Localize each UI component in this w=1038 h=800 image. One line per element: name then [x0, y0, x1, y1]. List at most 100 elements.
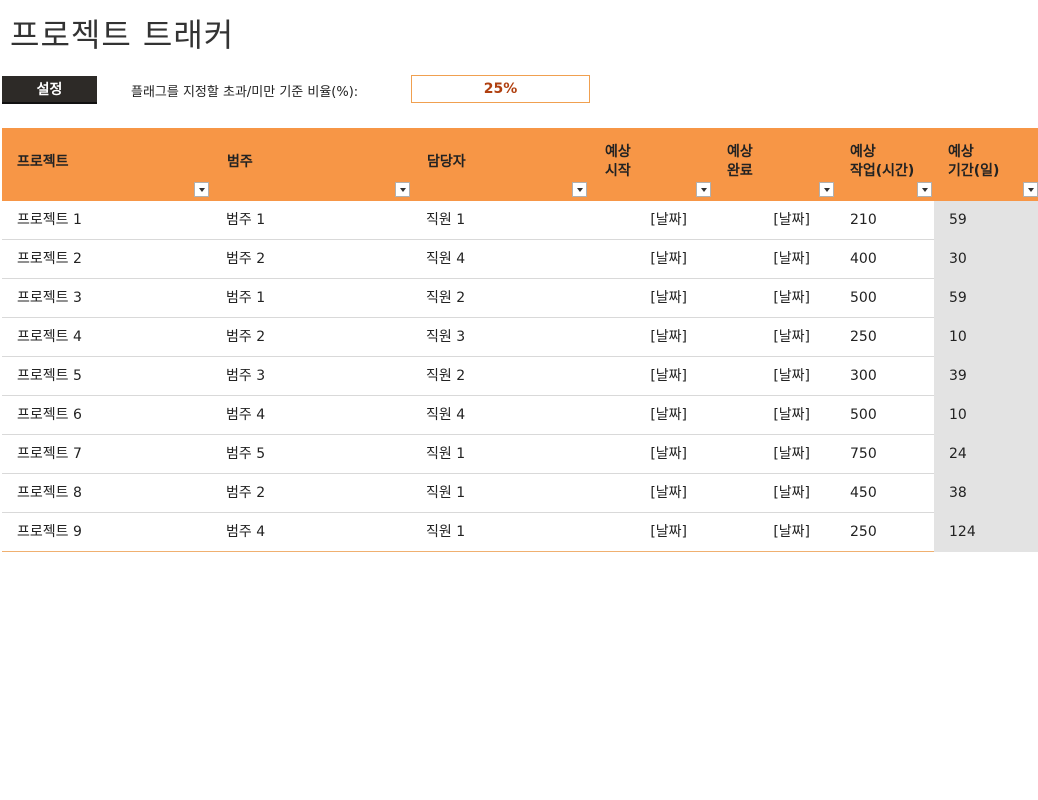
cell-project[interactable]: 프로젝트 9 [17, 513, 207, 552]
cell-duration[interactable]: 39 [934, 357, 1038, 396]
cell-owner[interactable]: 직원 2 [426, 279, 586, 318]
table-row: 프로젝트 5 범주 3 직원 2 [날짜] [날짜] 300 39 [2, 357, 1038, 396]
cell-category[interactable]: 범주 5 [226, 435, 406, 474]
header-category-label: 범주 [227, 154, 253, 170]
table-row: 프로젝트 1 범주 1 직원 1 [날짜] [날짜] 210 59 [2, 201, 1038, 240]
header-project-label: 프로젝트 [17, 154, 69, 170]
cell-work[interactable]: 250 [850, 513, 934, 552]
cell-end[interactable]: [날짜] [715, 240, 810, 279]
cell-work[interactable]: 250 [850, 318, 934, 357]
cell-project[interactable]: 프로젝트 8 [17, 474, 207, 513]
cell-end[interactable]: [날짜] [715, 396, 810, 435]
cell-duration[interactable]: 38 [934, 474, 1038, 513]
table-row: 프로젝트 8 범주 2 직원 1 [날짜] [날짜] 450 38 [2, 474, 1038, 513]
cell-project[interactable]: 프로젝트 5 [17, 357, 207, 396]
header-owner: 담당자 [414, 128, 594, 201]
cell-start[interactable]: [날짜] [594, 357, 687, 396]
cell-project[interactable]: 프로젝트 4 [17, 318, 207, 357]
filter-dropdown-work[interactable] [917, 182, 932, 197]
cell-owner[interactable]: 직원 1 [426, 201, 586, 240]
cell-end[interactable]: [날짜] [715, 357, 810, 396]
cell-category[interactable]: 범주 2 [226, 474, 406, 513]
table-row: 프로젝트 3 범주 1 직원 2 [날짜] [날짜] 500 59 [2, 279, 1038, 318]
cell-work[interactable]: 210 [850, 201, 934, 240]
cell-owner[interactable]: 직원 1 [426, 474, 586, 513]
table-row: 프로젝트 4 범주 2 직원 3 [날짜] [날짜] 250 10 [2, 318, 1038, 357]
header-duration-label: 예상 기간(일) [948, 144, 1000, 179]
header-owner-label: 담당자 [427, 154, 466, 170]
cell-work[interactable]: 400 [850, 240, 934, 279]
cell-work[interactable]: 450 [850, 474, 934, 513]
cell-project[interactable]: 프로젝트 3 [17, 279, 207, 318]
page-title: 프로젝트 트래커 [10, 16, 235, 54]
cell-owner[interactable]: 직원 4 [426, 396, 586, 435]
cell-start[interactable]: [날짜] [594, 396, 687, 435]
header-project: 프로젝트 [2, 128, 214, 201]
cell-project[interactable]: 프로젝트 7 [17, 435, 207, 474]
cell-start[interactable]: [날짜] [594, 279, 687, 318]
table-row: 프로젝트 2 범주 2 직원 4 [날짜] [날짜] 400 30 [2, 240, 1038, 279]
settings-button[interactable]: 설정 [2, 76, 97, 104]
cell-end[interactable]: [날짜] [715, 201, 810, 240]
table-row: 프로젝트 6 범주 4 직원 4 [날짜] [날짜] 500 10 [2, 396, 1038, 435]
header-start: 예상 시작 [594, 128, 715, 201]
header-work-label: 예상 작업(시간) [850, 144, 915, 179]
cell-end[interactable]: [날짜] [715, 279, 810, 318]
cell-start[interactable]: [날짜] [594, 201, 687, 240]
filter-dropdown-category[interactable] [395, 182, 410, 197]
cell-category[interactable]: 범주 1 [226, 279, 406, 318]
cell-start[interactable]: [날짜] [594, 474, 687, 513]
cell-duration[interactable]: 24 [934, 435, 1038, 474]
header-end: 예상 완료 [715, 128, 838, 201]
cell-owner[interactable]: 직원 1 [426, 513, 586, 552]
cell-end[interactable]: [날짜] [715, 435, 810, 474]
cell-start[interactable]: [날짜] [594, 435, 687, 474]
flag-threshold-label: 플래그를 지정할 초과/미만 기준 비율(%): [131, 85, 359, 100]
cell-duration[interactable]: 10 [934, 396, 1038, 435]
cell-owner[interactable]: 직원 1 [426, 435, 586, 474]
cell-project[interactable]: 프로젝트 6 [17, 396, 207, 435]
table-row: 프로젝트 9 범주 4 직원 1 [날짜] [날짜] 250 124 [2, 513, 1038, 552]
filter-dropdown-end[interactable] [819, 182, 834, 197]
cell-category[interactable]: 범주 4 [226, 396, 406, 435]
cell-category[interactable]: 범주 3 [226, 357, 406, 396]
filter-dropdown-project[interactable] [194, 182, 209, 197]
header-start-label: 예상 시작 [605, 144, 631, 179]
flag-threshold-input[interactable] [411, 75, 590, 103]
filter-dropdown-start[interactable] [696, 182, 711, 197]
header-category: 범주 [214, 128, 414, 201]
cell-end[interactable]: [날짜] [715, 513, 810, 552]
cell-project[interactable]: 프로젝트 2 [17, 240, 207, 279]
cell-work[interactable]: 750 [850, 435, 934, 474]
cell-work[interactable]: 300 [850, 357, 934, 396]
cell-work[interactable]: 500 [850, 396, 934, 435]
cell-owner[interactable]: 직원 3 [426, 318, 586, 357]
filter-dropdown-owner[interactable] [572, 182, 587, 197]
cell-end[interactable]: [날짜] [715, 318, 810, 357]
cell-duration[interactable]: 30 [934, 240, 1038, 279]
cell-category[interactable]: 범주 2 [226, 318, 406, 357]
header-work: 예상 작업(시간) [838, 128, 934, 201]
header-duration: 예상 기간(일) [934, 128, 1038, 201]
cell-category[interactable]: 범주 1 [226, 201, 406, 240]
cell-project[interactable]: 프로젝트 1 [17, 201, 207, 240]
cell-start[interactable]: [날짜] [594, 513, 687, 552]
cell-duration[interactable]: 59 [934, 201, 1038, 240]
cell-owner[interactable]: 직원 2 [426, 357, 586, 396]
filter-dropdown-duration[interactable] [1023, 182, 1038, 197]
cell-work[interactable]: 500 [850, 279, 934, 318]
table-header: 프로젝트 범주 담당자 예상 시작 예상 완료 예상 작업(시간) 예상 기간(… [2, 128, 1038, 201]
cell-owner[interactable]: 직원 4 [426, 240, 586, 279]
table-row: 프로젝트 7 범주 5 직원 1 [날짜] [날짜] 750 24 [2, 435, 1038, 474]
project-table: 프로젝트 범주 담당자 예상 시작 예상 완료 예상 작업(시간) 예상 기간(… [2, 128, 1038, 552]
cell-category[interactable]: 범주 2 [226, 240, 406, 279]
cell-duration[interactable]: 59 [934, 279, 1038, 318]
cell-duration[interactable]: 10 [934, 318, 1038, 357]
cell-duration[interactable]: 124 [934, 513, 1038, 552]
cell-category[interactable]: 범주 4 [226, 513, 406, 552]
cell-start[interactable]: [날짜] [594, 318, 687, 357]
header-end-label: 예상 완료 [727, 144, 753, 179]
table-body: 프로젝트 1 범주 1 직원 1 [날짜] [날짜] 210 59 프로젝트 2… [2, 201, 1038, 552]
cell-end[interactable]: [날짜] [715, 474, 810, 513]
cell-start[interactable]: [날짜] [594, 240, 687, 279]
